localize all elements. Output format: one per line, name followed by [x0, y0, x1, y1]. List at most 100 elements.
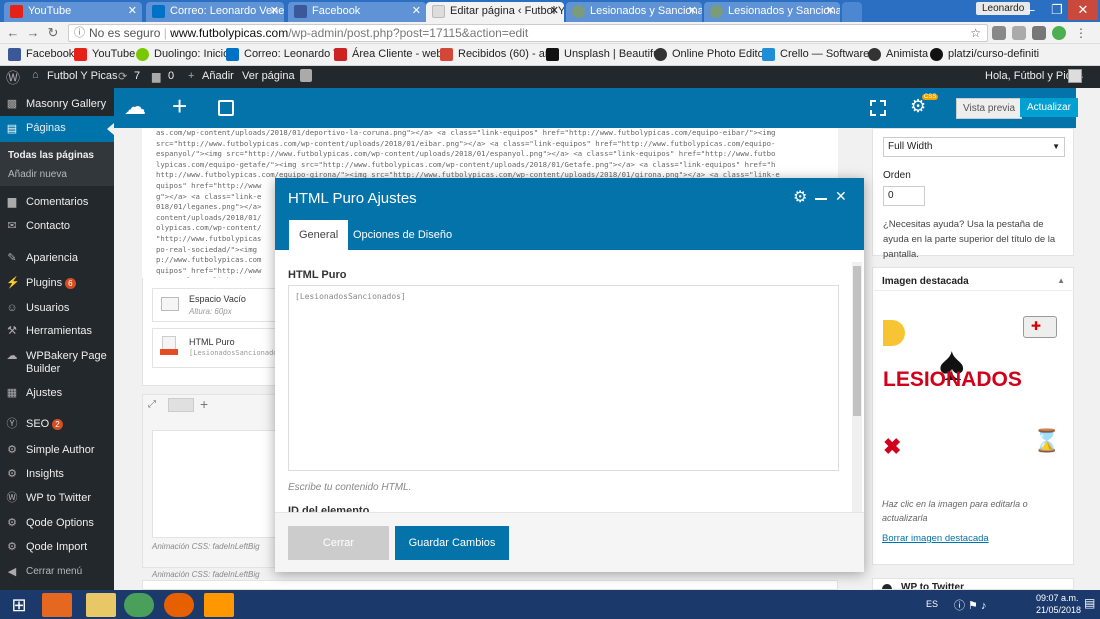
bookmark-item[interactable]: Unsplash | Beautiful	[546, 48, 662, 61]
bookmark-item[interactable]: Facebook	[8, 48, 74, 61]
close-icon[interactable]: ✕	[412, 2, 421, 20]
plus-icon[interactable]: +	[188, 70, 194, 82]
sidebar-item-simple-author[interactable]: ⚙ Simple Author	[0, 444, 114, 456]
save-changes-button[interactable]: Guardar Cambios	[395, 526, 509, 560]
bookmark-item[interactable]: Crello — Software g	[762, 48, 878, 61]
notifications-icon[interactable]: ▤	[1084, 596, 1095, 610]
close-icon[interactable]: ✕	[826, 2, 835, 20]
url-input[interactable]: ⓘ No es seguro | www.futbolypicas.com/wp…	[68, 24, 988, 42]
element-raw-html[interactable]: HTML Puro [LesionadosSancionados]	[152, 328, 286, 368]
bookmark-item[interactable]: Animista	[868, 48, 928, 61]
tab-general[interactable]: General	[289, 220, 349, 250]
chrome-icon[interactable]	[124, 593, 154, 617]
close-icon[interactable]: ✕	[270, 2, 279, 20]
sidebar-item-comments[interactable]: ▆ Comentarios	[0, 196, 114, 208]
sidebar-item-contact[interactable]: ✉ Contacto	[0, 220, 114, 232]
sidebar-item-insights[interactable]: ⚙ Insights	[0, 468, 114, 480]
close-window-icon[interactable]: ✕	[1068, 0, 1098, 20]
view-page-link[interactable]: Ver página	[242, 70, 295, 82]
reload-icon[interactable]: ↻	[44, 25, 62, 41]
menu-icon[interactable]: ⋮	[1074, 26, 1088, 40]
browser-tab[interactable]: Lesionados y Sancionado ✕	[704, 2, 840, 22]
bookmark-item[interactable]: Área Cliente - weber	[334, 48, 452, 61]
expand-icon[interactable]: ⤢	[148, 399, 156, 410]
element-spacer[interactable]: Espacio Vacío Altura: 60px	[152, 288, 276, 322]
extension-icon[interactable]	[1032, 26, 1046, 40]
close-icon[interactable]: ✕	[128, 2, 137, 20]
browser-tab[interactable]: Correo: Leonardo Venez ✕	[146, 2, 284, 22]
browser-tab[interactable]: YouTube ✕	[4, 2, 142, 22]
bookmark-item[interactable]: Recibidos (60) - anti	[440, 48, 556, 61]
sidebar-item-wp-to-twitter[interactable]: Ⓦ WP to Twitter	[0, 492, 114, 504]
sidebar-item-collapse[interactable]: ◀ Cerrar menú	[0, 566, 114, 578]
add-column-icon[interactable]: +	[200, 396, 208, 412]
home-icon[interactable]: ⌂	[32, 69, 39, 81]
wpbakery-icon[interactable]	[300, 69, 312, 82]
extension-icon[interactable]	[1012, 26, 1026, 40]
language-indicator[interactable]: ES	[926, 599, 938, 609]
sidebar-item-settings[interactable]: ▦ Ajustes	[0, 387, 114, 399]
updates-count[interactable]: 7	[134, 70, 140, 82]
sidebar-item-plugins[interactable]: ⚡ Plugins 6	[0, 277, 114, 289]
file-explorer-icon[interactable]	[86, 593, 116, 617]
template-select[interactable]: Full Width ▼	[883, 137, 1065, 157]
sidebar-item-masonry-gallery[interactable]: ▩ Masonry Gallery	[0, 98, 114, 110]
wpbakery-cloud-icon[interactable]: ☁	[124, 95, 146, 119]
browser-tab[interactable]: Lesionados y Sancionado ✕	[566, 2, 702, 22]
raw-html-textarea[interactable]: [LesionadosSancionados]	[288, 285, 839, 471]
templates-icon[interactable]	[218, 100, 234, 116]
sidebar-item-wpbakery[interactable]: ☁ WPBakery Page Builder	[0, 350, 108, 376]
media-player-icon[interactable]	[42, 593, 72, 617]
bookmark-item[interactable]: Correo: Leonardo Ve	[226, 48, 346, 61]
toggle-up-icon[interactable]: ▲	[1057, 276, 1065, 285]
page-scrollbar[interactable]	[1086, 128, 1100, 590]
wordpress-logo-icon[interactable]: Ⓦ	[6, 68, 20, 88]
sublime-icon[interactable]	[204, 593, 234, 617]
sidebar-item-seo[interactable]: Ⓨ SEO 2	[0, 418, 114, 430]
update-button[interactable]: Actualizar	[1020, 98, 1078, 117]
tab-design-options[interactable]: Opciones de Diseño	[343, 220, 462, 250]
remove-featured-link[interactable]: Borrar imagen destacada	[882, 533, 989, 544]
sidebar-subitem-add-new[interactable]: Añadir nueva	[0, 169, 114, 180]
sidebar-item-qode-options[interactable]: ⚙ Qode Options	[0, 517, 114, 529]
new-tab-button[interactable]	[842, 2, 862, 22]
avatar[interactable]	[1068, 69, 1082, 83]
forward-icon[interactable]: →	[24, 25, 42, 41]
minimize-icon[interactable]	[815, 198, 827, 200]
browser-tab-active[interactable]: Editar página ‹ Futbol Y P ✕	[426, 2, 564, 22]
bookmark-item[interactable]: Online Photo Editor	[654, 48, 767, 61]
site-name-link[interactable]: Futbol Y Picas	[47, 70, 118, 82]
star-icon[interactable]: ☆	[970, 25, 981, 41]
add-new-link[interactable]: Añadir	[202, 70, 234, 82]
info-icon[interactable]: ⓘ	[74, 25, 85, 41]
order-input[interactable]: 0	[883, 186, 925, 206]
system-tray-icons[interactable]: ⓘ ⚑ ♪	[954, 597, 986, 613]
featured-image[interactable]: ✚ ♠ LESIONADOS ✖ ⌛	[883, 312, 1065, 470]
sidebar-item-appearance[interactable]: ✎ Apariencia	[0, 252, 114, 264]
bookmark-item[interactable]: YouTube	[74, 48, 135, 61]
comments-icon[interactable]: ▆	[152, 70, 160, 83]
browser-tab[interactable]: Facebook ✕	[288, 2, 426, 22]
firefox-icon[interactable]	[164, 593, 194, 617]
eyedropper-icon[interactable]	[992, 26, 1006, 40]
close-icon[interactable]: ✕	[835, 188, 847, 205]
back-icon[interactable]: ←	[4, 25, 22, 41]
windows-start-icon[interactable]: ⊞	[4, 593, 34, 617]
comments-count[interactable]: 0	[168, 70, 174, 82]
scrollbar-thumb[interactable]	[853, 266, 861, 416]
bookmark-item[interactable]: Duolingo: Inicio	[136, 48, 229, 61]
row-layout-icon[interactable]	[168, 398, 194, 412]
close-icon[interactable]: ✕	[550, 2, 559, 20]
extension-icon[interactable]	[1052, 26, 1066, 40]
sidebar-subitem-all-pages[interactable]: Todas las páginas	[0, 150, 114, 161]
modal-scrollbar[interactable]	[852, 262, 862, 512]
fullscreen-icon[interactable]	[870, 100, 886, 116]
close-icon[interactable]: ✕	[688, 2, 697, 20]
bookmark-item[interactable]: platzi/curso-definiti	[930, 48, 1039, 61]
updates-icon[interactable]: ⟳	[118, 70, 127, 83]
sidebar-item-tools[interactable]: ⚒ Herramientas	[0, 325, 114, 337]
close-button[interactable]: Cerrar	[288, 526, 389, 560]
sidebar-item-qode-import[interactable]: ⚙ Qode Import	[0, 541, 114, 553]
sidebar-item-pages[interactable]: ▤ Páginas	[0, 116, 114, 142]
column-block[interactable]	[152, 430, 276, 538]
